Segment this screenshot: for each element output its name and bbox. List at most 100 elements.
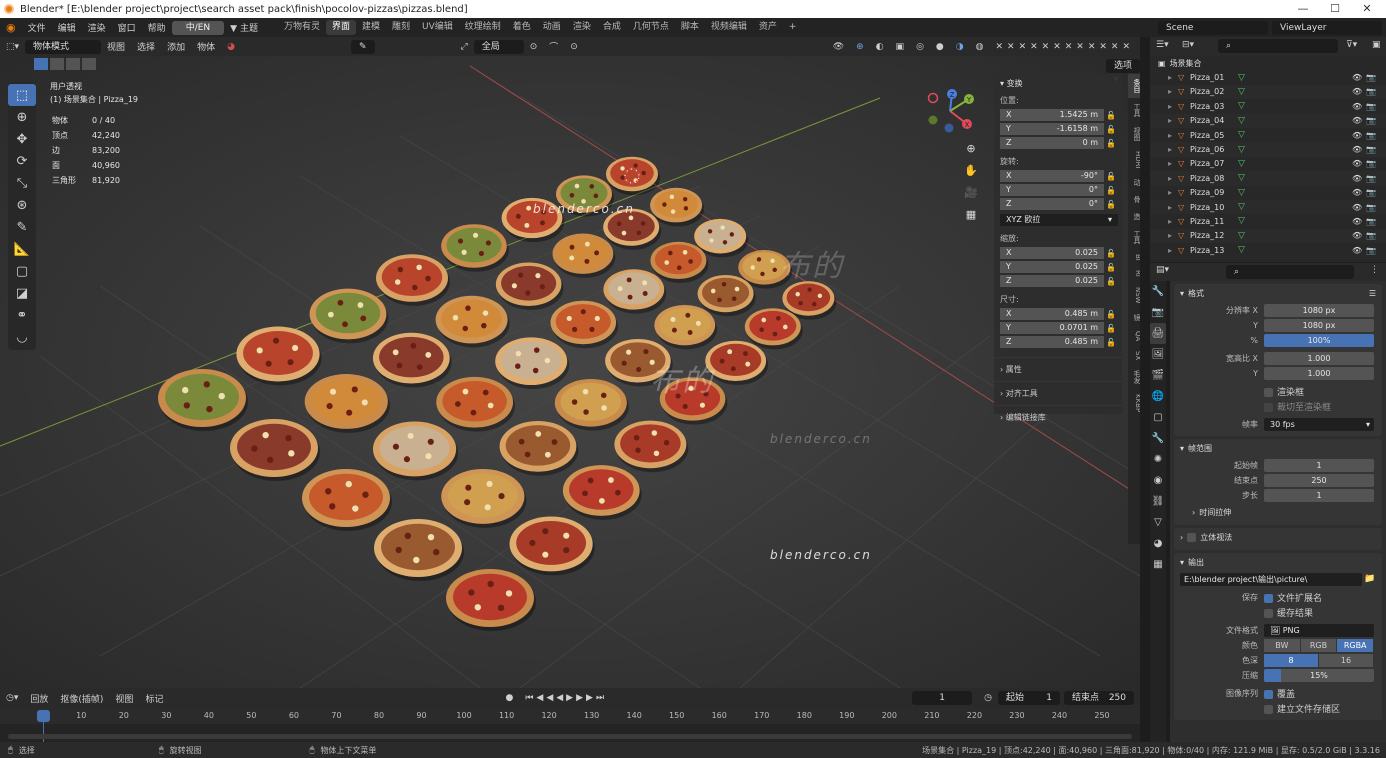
eyedropper-button[interactable]: ✎ bbox=[350, 39, 375, 54]
file-format-dropdown[interactable]: 🖼 PNG bbox=[1264, 623, 1374, 637]
render-camera-icon[interactable]: 📷 bbox=[1366, 174, 1380, 183]
sidebar-tab[interactable]: QA bbox=[1128, 326, 1140, 346]
menu-render[interactable]: 渲染 bbox=[82, 21, 112, 34]
workspace-tab[interactable]: 纹理绘制 bbox=[459, 20, 507, 35]
add-cube-tool-icon[interactable]: ▢ bbox=[8, 260, 36, 282]
expand-arrow-icon[interactable]: ▸ bbox=[1150, 145, 1172, 154]
mesh-data-icon[interactable]: ▽ bbox=[1238, 173, 1245, 183]
select-box-icon[interactable]: ⬚ bbox=[8, 84, 36, 106]
sidebar-tab[interactable]: 骨 bbox=[1128, 191, 1140, 208]
outliner-row[interactable]: ▸ ▽ Pizza_10 ▽ 👁 📷 bbox=[1150, 199, 1386, 215]
physics-tab-icon[interactable]: ◉ bbox=[1150, 470, 1166, 491]
render-camera-icon[interactable]: 📷 bbox=[1366, 231, 1380, 240]
visibility-eye-icon[interactable]: 👁 bbox=[1352, 203, 1366, 212]
format-panel-header[interactable]: ▾ 格式 ☰ bbox=[1174, 284, 1382, 302]
new-collection-icon[interactable]: ▣ bbox=[1372, 40, 1381, 50]
workspace-tab[interactable]: 几何节点 bbox=[627, 20, 675, 35]
workspace-tab[interactable]: 建模 bbox=[356, 20, 386, 35]
editor-type-icon[interactable]: ⬚▾ bbox=[0, 42, 25, 52]
outliner-row[interactable]: ▸ ▽ Pizza_05 ▽ 👁 📷 bbox=[1150, 128, 1386, 142]
lock-icon[interactable]: 🔓 bbox=[1104, 139, 1118, 148]
visibility-eye-icon[interactable]: 👁 bbox=[1352, 131, 1366, 140]
timeline[interactable]: 1102030405060708090100110120130140150160… bbox=[0, 708, 1140, 742]
workspace-tab[interactable]: 雕刻 bbox=[386, 20, 416, 35]
material-tab-icon[interactable]: ◕ bbox=[1150, 533, 1166, 554]
particles-tab-icon[interactable]: ✺ bbox=[1150, 449, 1166, 470]
transform-orientation-icon[interactable]: ⤢ bbox=[455, 42, 474, 52]
workspace-tab[interactable]: 动画 bbox=[537, 20, 567, 35]
render-camera-icon[interactable]: 📷 bbox=[1366, 188, 1380, 197]
clock-icon[interactable]: ◷ bbox=[978, 693, 998, 703]
snap-icon[interactable]: ⌒ bbox=[543, 40, 564, 53]
sidebar-tab[interactable]: 条目 bbox=[1128, 74, 1140, 98]
clone-tool-icon[interactable]: ⚭ bbox=[8, 304, 36, 326]
record-icon[interactable]: ● bbox=[499, 693, 519, 703]
render-camera-icon[interactable]: 📷 bbox=[1366, 102, 1380, 111]
render-camera-icon[interactable]: 📷 bbox=[1366, 145, 1380, 154]
minimize-button[interactable]: — bbox=[1288, 0, 1318, 18]
rotate-tool-icon[interactable]: ⟳ bbox=[8, 150, 36, 172]
color-mode-rgba[interactable]: RGBA bbox=[1337, 638, 1374, 652]
visibility-eye-icon[interactable]: 👁 bbox=[1352, 159, 1366, 168]
outliner-row[interactable]: ▸ ▽ Pizza_06 ▽ 👁 📷 bbox=[1150, 142, 1386, 157]
dimensions-y-field[interactable]: Y 0.0701 m bbox=[1000, 321, 1104, 335]
sidebar-tab[interactable]: NSW bbox=[1128, 282, 1140, 309]
playback-controls-icon[interactable]: ⏮◀◀◀▶▶▶⏭ bbox=[519, 693, 613, 703]
compression-slider[interactable]: 15% bbox=[1264, 668, 1374, 682]
timeline-view-menu[interactable]: 视图 bbox=[109, 692, 139, 705]
visibility-eye-icon[interactable]: 👁 bbox=[1352, 231, 1366, 240]
mesh-data-icon[interactable]: ▽ bbox=[1238, 130, 1245, 140]
rotation-mode-dropdown[interactable]: XYZ 欧拉 ▾ bbox=[1000, 213, 1118, 227]
dimensions-z-field[interactable]: Z 0.485 m bbox=[1000, 335, 1104, 349]
lock-icon[interactable]: 🔓 bbox=[1104, 324, 1118, 333]
frame-end-field[interactable]: 250 bbox=[1264, 473, 1374, 487]
location-z-field[interactable]: Z 0 m bbox=[1000, 136, 1104, 150]
shading-rendered-icon[interactable]: ◍ bbox=[970, 42, 990, 52]
transform-orientation-dropdown[interactable]: 全局 bbox=[473, 39, 524, 54]
expand-arrow-icon[interactable]: ▸ bbox=[1150, 203, 1172, 212]
sidebar-tab[interactable]: 镜 bbox=[1128, 309, 1140, 326]
sidebar-tab[interactable]: Ri bbox=[1128, 265, 1140, 282]
lock-icon[interactable]: 🔓 bbox=[1104, 263, 1118, 272]
color-depth-8[interactable]: 8 bbox=[1264, 653, 1318, 667]
visibility-eye-icon[interactable]: 👁 bbox=[1352, 188, 1366, 197]
mesh-data-icon[interactable]: ▽ bbox=[1238, 188, 1245, 198]
filter-icon[interactable]: ⊽▾ bbox=[1346, 40, 1357, 50]
select-invert-icon[interactable] bbox=[82, 58, 96, 70]
visibility-eye-icon[interactable]: 👁 bbox=[1352, 217, 1366, 226]
scale-y-field[interactable]: Y 0.025 bbox=[1000, 260, 1104, 274]
lock-icon[interactable]: 🔓 bbox=[1104, 125, 1118, 134]
outliner-editor-icon[interactable]: ☰▾ bbox=[1156, 40, 1169, 50]
properties-search-input[interactable]: ⌕ bbox=[1226, 265, 1354, 279]
workspace-tab[interactable]: 合成 bbox=[597, 20, 627, 35]
outliner-row[interactable]: ▸ ▽ Pizza_07 ▽ 👁 📷 bbox=[1150, 157, 1386, 171]
output-panel-header[interactable]: ▾ 输出 bbox=[1174, 553, 1382, 571]
pan-hand-icon[interactable]: ✋ bbox=[962, 162, 980, 180]
color-depth-16[interactable]: 16 bbox=[1319, 653, 1373, 667]
outliner-row[interactable]: ▸ ▽ Pizza_11 ▽ 👁 📷 bbox=[1150, 214, 1386, 228]
shading-wireframe-icon[interactable]: ◎ bbox=[910, 42, 930, 52]
select-extend-icon[interactable] bbox=[50, 58, 64, 70]
menu-object[interactable]: 物体 bbox=[191, 40, 221, 53]
expand-arrow-icon[interactable]: ▸ bbox=[1150, 102, 1172, 111]
view-layer-tab-icon[interactable]: 🖼 bbox=[1150, 344, 1166, 365]
cursor-tool-icon[interactable]: ⊕ bbox=[8, 106, 36, 128]
lock-icon[interactable]: 🔓 bbox=[1104, 186, 1118, 195]
scene-collection-row[interactable]: ▣ 场景集合 bbox=[1150, 56, 1386, 70]
outliner-row[interactable]: ▸ ▽ Pizza_02 ▽ 👁 📷 bbox=[1150, 84, 1386, 100]
file-extensions-checkbox[interactable]: 文件扩展名 bbox=[1264, 591, 1322, 604]
render-camera-icon[interactable]: 📷 bbox=[1366, 246, 1380, 255]
workspace-tab[interactable]: 脚本 bbox=[675, 20, 705, 35]
visibility-eye-icon[interactable]: 👁 bbox=[1352, 102, 1366, 111]
overlay-icon[interactable]: ◐ bbox=[870, 42, 890, 52]
tool-tab-icon[interactable]: 🔧 bbox=[1150, 281, 1166, 302]
data-tab-icon[interactable]: ▽ bbox=[1150, 512, 1166, 533]
render-camera-icon[interactable]: 📷 bbox=[1366, 131, 1380, 140]
workspace-tab[interactable]: 视频编辑 bbox=[705, 20, 753, 35]
marker-menu[interactable]: 标记 bbox=[139, 692, 169, 705]
sidebar-tab[interactable]: 造 bbox=[1128, 208, 1140, 225]
expand-arrow-icon[interactable]: ▸ bbox=[1150, 73, 1172, 82]
current-frame-field[interactable]: 1 bbox=[912, 691, 973, 705]
lock-icon[interactable]: 🔓 bbox=[1104, 310, 1118, 319]
color-mode-rgb[interactable]: RGB bbox=[1300, 638, 1337, 652]
